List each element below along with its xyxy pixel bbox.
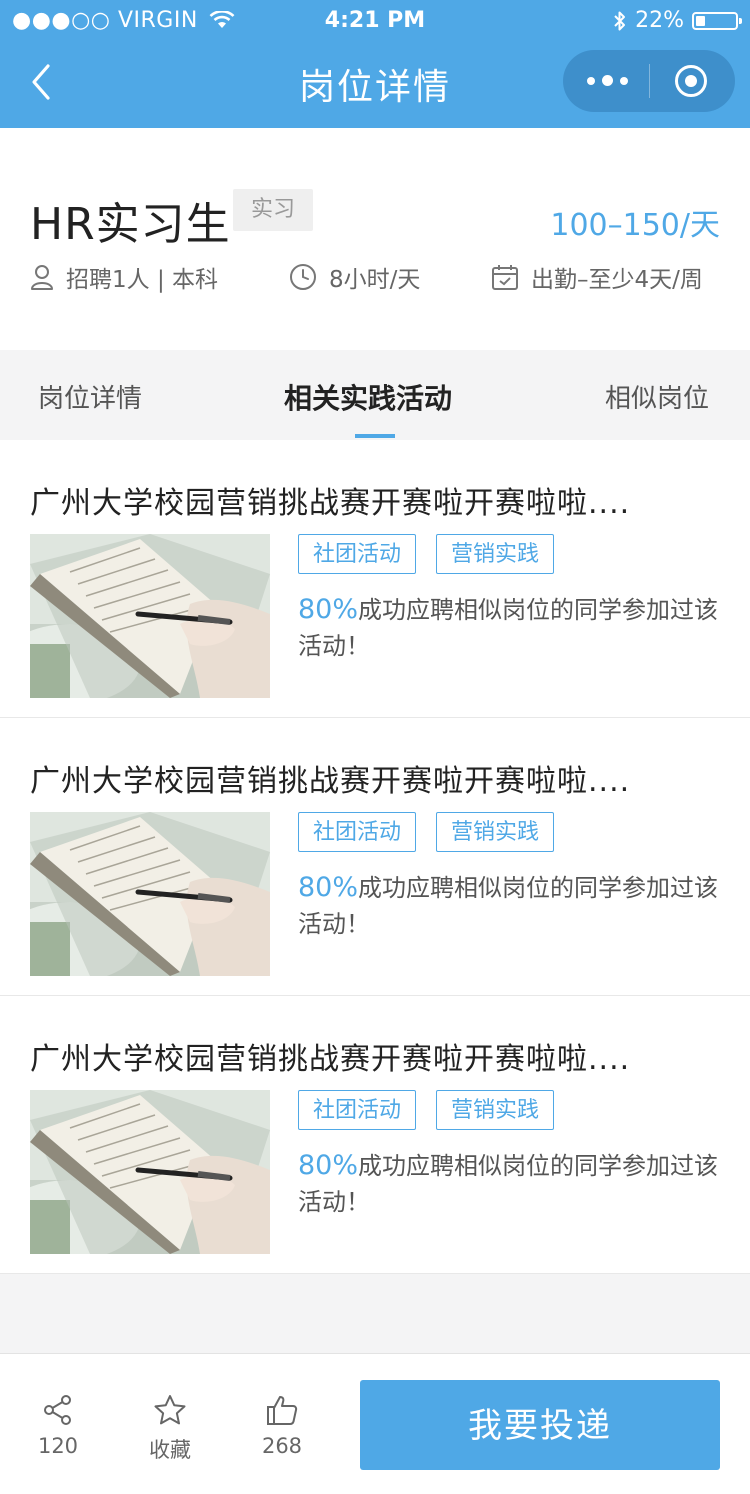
- activity-percent: 80%: [298, 1150, 359, 1181]
- recruit-text: 招聘1人 | 本科: [66, 267, 219, 293]
- clock-icon: [290, 264, 316, 290]
- activity-tags: 社团活动 营销实践: [298, 534, 555, 574]
- activity-thumbnail: [30, 534, 270, 698]
- like-button[interactable]: 268: [242, 1394, 322, 1458]
- more-icon[interactable]: [587, 75, 628, 86]
- bluetooth-icon: [614, 11, 626, 30]
- like-count: 268: [261, 1434, 303, 1458]
- hours-text: 8小时/天: [329, 267, 421, 293]
- activity-description: 80%成功应聘相似岗位的同学参加过该活动！: [298, 870, 728, 942]
- meta-attendance: 出勤–至少4天/周: [491, 260, 703, 294]
- activity-tags: 社团活动 营销实践: [298, 1090, 555, 1130]
- activity-card[interactable]: 广州大学校园营销挑战赛开赛啦开赛啦啦.... 社团活动 营销实践 80%成功应聘…: [0, 996, 750, 1274]
- battery-percent: 22%: [635, 8, 684, 33]
- activity-title: 广州大学校园营销挑战赛开赛啦开赛啦啦....: [30, 1042, 631, 1077]
- activity-title: 广州大学校园营销挑战赛开赛啦开赛啦啦....: [30, 486, 631, 521]
- capsule-divider: [649, 64, 650, 98]
- activity-tag[interactable]: 社团活动: [298, 812, 417, 852]
- activity-percent: 80%: [298, 872, 359, 903]
- active-tab-indicator: [355, 434, 395, 438]
- tab-bar: 岗位详情 相关实践活动 相似岗位: [0, 350, 750, 438]
- activity-card[interactable]: 广州大学校园营销挑战赛开赛啦开赛啦啦.... 社团活动 营销实践 80%成功应聘…: [0, 440, 750, 718]
- activity-card[interactable]: 广州大学校园营销挑战赛开赛啦开赛啦啦.... 社团活动 营销实践 80%成功应聘…: [0, 718, 750, 996]
- status-bar: ●●●○○ VIRGIN 4:21 PM 22%: [0, 0, 750, 42]
- activity-desc-text: 成功应聘相似岗位的同学参加过该活动！: [298, 874, 719, 938]
- activity-thumbnail: [30, 1090, 270, 1254]
- favorite-button[interactable]: 收藏: [130, 1394, 210, 1464]
- job-type-badge: 实习: [233, 189, 313, 231]
- activity-tag[interactable]: 营销实践: [436, 812, 555, 852]
- meta-recruit: 招聘1人 | 本科: [30, 260, 218, 294]
- tab-job-details[interactable]: 岗位详情: [38, 378, 142, 415]
- bottom-action-bar: 120 收藏 268 我要投递: [0, 1353, 750, 1494]
- activity-tag[interactable]: 社团活动: [298, 534, 417, 574]
- battery-icon: [692, 11, 742, 30]
- apply-button[interactable]: 我要投递: [360, 1380, 720, 1470]
- job-title: HR实习生: [30, 199, 231, 250]
- activity-description: 80%成功应聘相似岗位的同学参加过该活动！: [298, 1148, 728, 1220]
- person-icon: [31, 265, 53, 290]
- job-header: HR实习生 实习 100–150/天 招聘1人 | 本科 8小时/天 出勤–至少…: [0, 128, 750, 350]
- tab-related-activities[interactable]: 相关实践活动: [284, 377, 452, 417]
- activity-percent: 80%: [298, 594, 359, 625]
- activity-tags: 社团活动 营销实践: [298, 812, 555, 852]
- tab-similar-jobs[interactable]: 相似岗位: [605, 378, 709, 415]
- mini-program-capsule: [563, 50, 735, 112]
- thumbs-up-icon: [267, 1396, 298, 1425]
- share-icon: [44, 1395, 71, 1425]
- activity-tag[interactable]: 营销实践: [436, 534, 555, 574]
- battery-group: 22%: [613, 8, 742, 33]
- activity-tag[interactable]: 社团活动: [298, 1090, 417, 1130]
- star-icon: [154, 1395, 186, 1425]
- activity-title: 广州大学校园营销挑战赛开赛啦开赛啦啦....: [30, 764, 631, 799]
- salary: 100–150/天: [550, 208, 720, 243]
- top-bar: ●●●○○ VIRGIN 4:21 PM 22% 岗位详情: [0, 0, 750, 128]
- target-icon[interactable]: [675, 65, 707, 97]
- share-button[interactable]: 120: [18, 1394, 98, 1458]
- activity-desc-text: 成功应聘相似岗位的同学参加过该活动！: [298, 596, 719, 660]
- meta-hours: 8小时/天: [289, 260, 420, 294]
- attendance-text: 出勤–至少4天/周: [531, 267, 703, 293]
- activity-tag[interactable]: 营销实践: [436, 1090, 555, 1130]
- favorite-label: 收藏: [149, 1438, 191, 1462]
- activity-description: 80%成功应聘相似岗位的同学参加过该活动！: [298, 592, 728, 664]
- activity-thumbnail: [30, 812, 270, 976]
- activity-desc-text: 成功应聘相似岗位的同学参加过该活动！: [298, 1152, 719, 1216]
- calendar-icon: [492, 265, 518, 290]
- share-count: 120: [37, 1434, 79, 1458]
